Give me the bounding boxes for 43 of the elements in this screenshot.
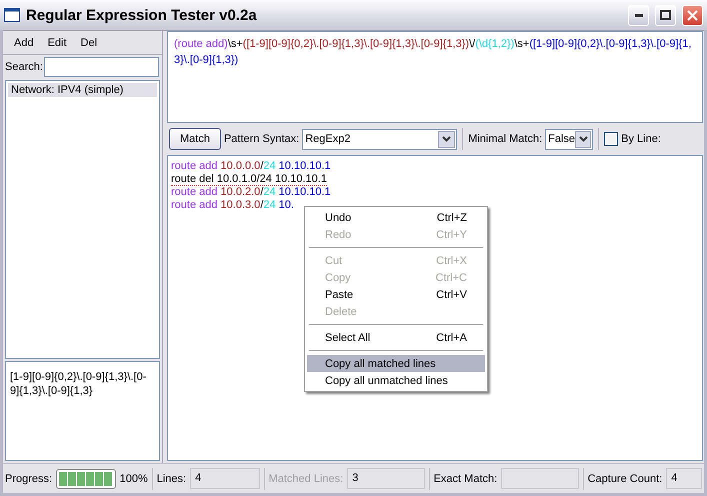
progress-label: Progress:: [5, 472, 52, 484]
status-label: Matched Lines:: [268, 472, 344, 484]
menu-item[interactable]: Edit: [40, 36, 74, 48]
search-label: Search:: [5, 61, 43, 73]
by-line-checkbox[interactable]: [604, 132, 618, 146]
list-item[interactable]: Network: IPV4 (simple): [8, 83, 157, 97]
app-icon: [4, 8, 20, 22]
status-label: Exact Match:: [434, 472, 498, 484]
search-field[interactable]: [44, 57, 159, 77]
maximize-icon: [660, 10, 671, 20]
status-field: 3: [347, 468, 425, 489]
progress-reading: 100%: [120, 472, 148, 484]
menu-item[interactable]: Del: [74, 36, 104, 48]
by-line-label: By Line:: [621, 133, 661, 145]
close-button[interactable]: [682, 4, 703, 26]
context-menu-item[interactable]: Select All Ctrl+A: [307, 329, 485, 346]
result-line: route add 10.0.3.0/24 10.: [171, 199, 294, 212]
status-field: 4: [190, 468, 260, 489]
minimize-button[interactable]: [628, 4, 649, 26]
status-label: Lines:: [156, 472, 186, 484]
maximize-button[interactable]: [655, 4, 676, 26]
minimal-match-dropdown[interactable]: False: [545, 128, 594, 150]
match-button[interactable]: Match: [169, 128, 221, 150]
menu-item[interactable]: Add: [7, 36, 41, 48]
status-label: Capture Count:: [588, 472, 662, 484]
results-editor[interactable]: [167, 155, 703, 461]
minimal-match-label: Minimal Match:: [468, 133, 542, 145]
context-menu-item[interactable]: Paste Ctrl+V: [307, 286, 485, 303]
status-field: 4: [666, 468, 702, 489]
syntax-dropdown[interactable]: RegExp2: [302, 128, 458, 150]
syntax-label: Pattern Syntax:: [224, 133, 300, 145]
context-menu-item[interactable]: Copy all matched lines: [307, 355, 485, 372]
close-icon: [687, 10, 698, 20]
pattern-editor[interactable]: (route add)\s+([1-9][0-9]{0,2}\.[0-9]{1,3}\.[0-9]{1,3}\.[0-9]{1,3})\/(\d{1,2})\s+([1-9][0-9]{0,2}\.[0-9]{1,3}\.[0-9]{1,3}\.[0-9]{1,3}): [167, 31, 703, 123]
context-menu-item[interactable]: Undo Ctrl+Z: [307, 209, 485, 226]
window-title: Regular Expression Tester v0.2a: [26, 6, 258, 24]
result-line: route add 10.0.0.0/24 10.10.10.1: [171, 160, 331, 173]
description-text[interactable]: [1-9][0-9]{0,2}\.[0-9]{1,3}\.[0-9]{1,3}\.[0-9]{1,3}: [5, 361, 160, 461]
context-menu-item[interactable]: Copy all unmatched lines: [307, 372, 485, 389]
progress-bar: [56, 468, 116, 488]
result-line: route del 10.0.1.0/24 10.10.10.1: [171, 173, 327, 186]
minimize-icon: [634, 14, 642, 16]
result-line: route add 10.0.2.0/24 10.10.10.1: [171, 186, 331, 199]
